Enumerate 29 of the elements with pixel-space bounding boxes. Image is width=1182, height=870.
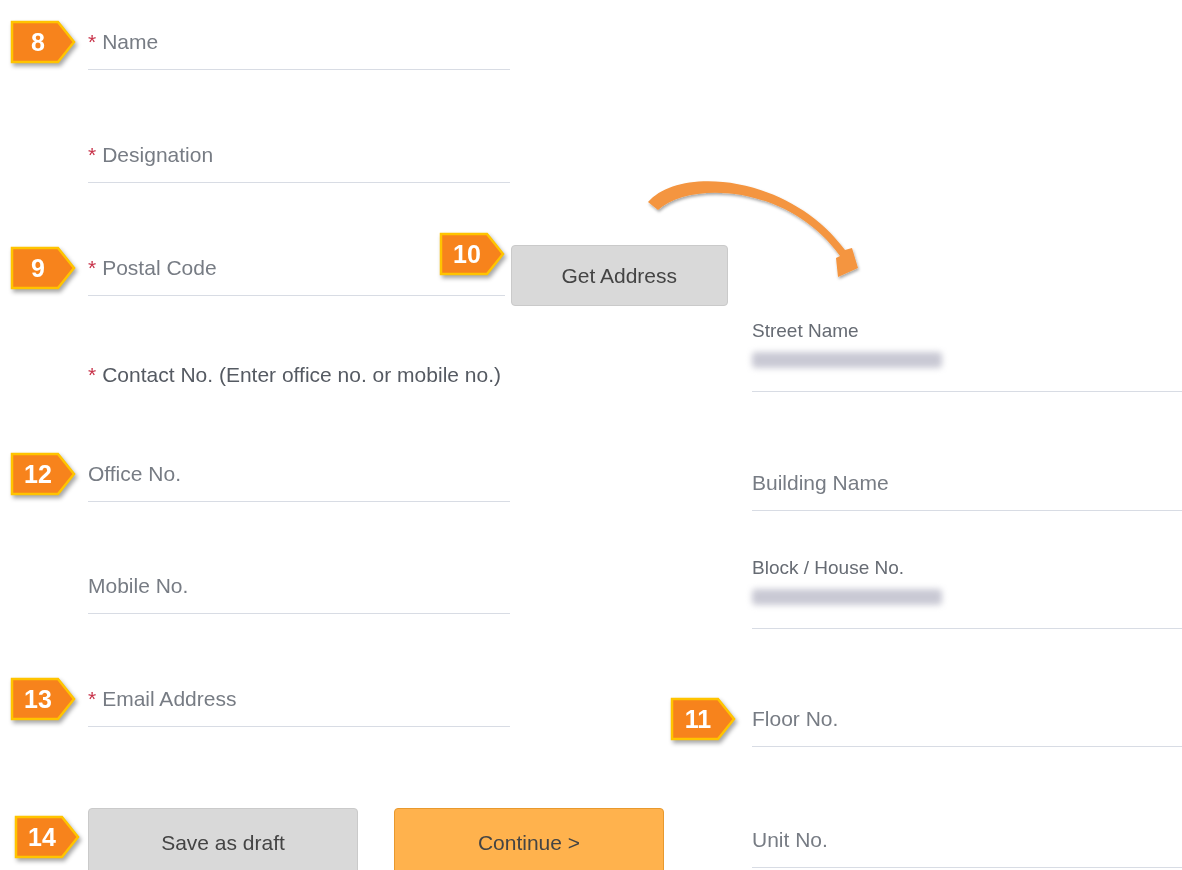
input-field[interactable]: Office No. — [88, 457, 237, 490]
required-mark: * — [88, 362, 97, 389]
input-field[interactable]: Name — [102, 25, 179, 58]
callout-badge: 8 — [10, 20, 76, 64]
field-label: Contact No. (Enter office no. or mobile no.) — [102, 362, 501, 389]
get-address-button[interactable]: Get Address — [510, 245, 728, 306]
callout-badge: 9 — [10, 246, 76, 290]
blurred-value[interactable] — [752, 589, 942, 605]
input-field[interactable]: Email Address — [102, 682, 289, 715]
callout-badge: 11 — [670, 697, 736, 741]
input-field[interactable]: Floor No. — [752, 702, 889, 735]
save-draft-button[interactable]: Save as draft — [88, 808, 358, 870]
required-mark: * — [88, 685, 97, 712]
input-field[interactable]: Designation — [102, 138, 264, 171]
required-mark: * — [88, 141, 97, 168]
callout-badge: 12 — [10, 452, 76, 496]
required-mark: * — [88, 254, 97, 281]
input-field[interactable]: Unit No. — [752, 823, 877, 856]
field-label: Street Name — [752, 320, 859, 342]
callout-badge: 13 — [10, 677, 76, 721]
input-field[interactable]: Building Name — [752, 466, 938, 499]
callout-badge: 14 — [14, 815, 80, 859]
callout-badge: 10 — [439, 232, 505, 276]
continue-button[interactable]: Continue > — [394, 808, 664, 870]
blurred-value[interactable] — [752, 352, 942, 368]
required-mark: * — [88, 28, 97, 55]
field-label: Block / House No. — [752, 557, 905, 579]
input-field[interactable]: Mobile No. — [88, 569, 237, 602]
input-field[interactable]: Postal Code — [102, 251, 264, 284]
